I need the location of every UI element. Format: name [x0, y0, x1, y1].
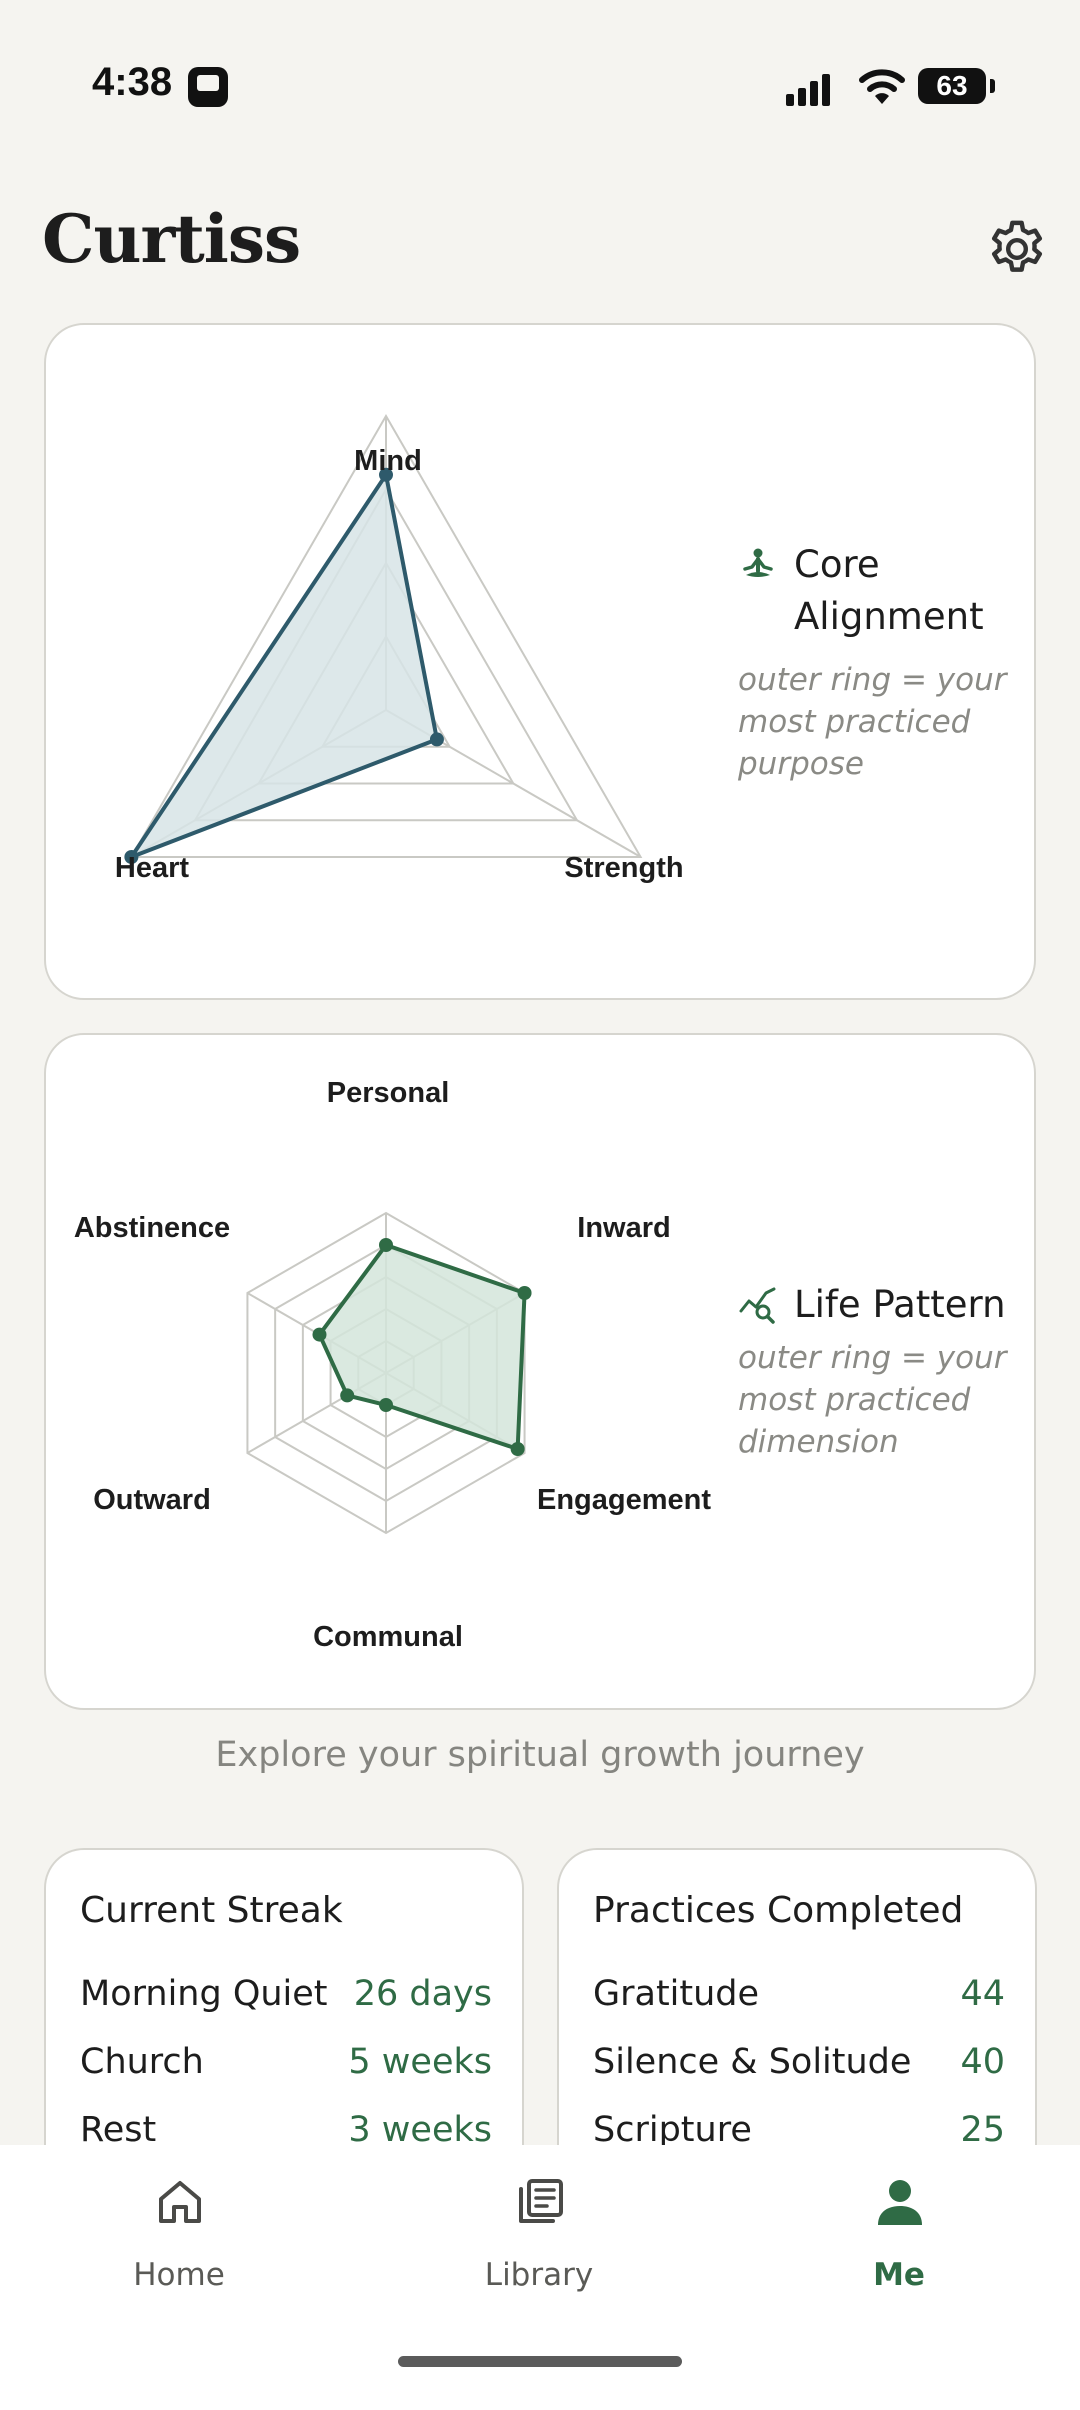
nav-me[interactable]: Me [749, 2175, 1049, 2325]
core-alignment-desc-line: purpose [738, 746, 864, 782]
status-time: 4:38 [92, 60, 173, 104]
streak-value: 5 weeks [348, 2042, 492, 2082]
trend-search-icon [739, 1287, 776, 1324]
list-item: Rest 3 weeks [80, 2110, 492, 2148]
person-icon [878, 2180, 922, 2225]
practice-name: Gratitude [593, 1974, 760, 2014]
list-item: Church 5 weeks [80, 2042, 492, 2092]
radar-data-point [517, 1286, 532, 1300]
core-alignment-radar-chart: Mind Strength Heart [115, 413, 684, 884]
practice-name: Silence & Solitude [593, 2042, 912, 2082]
current-streak-card[interactable]: Current Streak Morning Quiet 26 days Chu… [44, 1848, 524, 2148]
home-icon [159, 2181, 201, 2223]
core-alignment-desc-line: most practiced [738, 704, 971, 740]
bottom-navigation: Home Library Me [0, 2145, 1080, 2410]
radar-axis-label: Strength [564, 852, 683, 884]
radar-axis-label: Inward [577, 1212, 670, 1244]
life-pattern-desc-line: outer ring = your [738, 1340, 1007, 1376]
core-alignment-title-line1: Core [794, 543, 880, 586]
streak-name: Morning Quiet [80, 1974, 328, 2014]
radar-axis-label: Communal [313, 1621, 463, 1653]
streak-value: 26 days [353, 1974, 492, 2014]
practice-count: 25 [960, 2110, 1005, 2148]
radar-axis-label: Personal [327, 1077, 450, 1109]
radar-axis-label: Engagement [537, 1484, 711, 1516]
library-icon [519, 2179, 563, 2223]
status-bar: 4:38 63 [0, 0, 1080, 170]
core-alignment-title-line2: Alignment [794, 595, 984, 638]
radar-axis-label: Outward [93, 1484, 211, 1516]
streak-value: 3 weeks [348, 2110, 492, 2148]
section-subtitle: Explore your spiritual growth journey [215, 1735, 865, 1775]
wifi-icon [859, 69, 905, 104]
streak-name: Church [80, 2042, 204, 2082]
radar-data-area [129, 472, 439, 859]
current-streak-title: Current Streak [80, 1890, 343, 1931]
list-item: Silence & Solitude 40 [593, 2042, 1005, 2092]
radar-axis-label: Mind [354, 445, 422, 477]
practice-name: Scripture [593, 2110, 752, 2148]
practice-count: 40 [960, 2042, 1005, 2082]
core-alignment-card[interactable]: Mind Strength Heart Core Alignment outer r… [44, 323, 1036, 1000]
battery-indicator: 63 [918, 68, 995, 104]
life-pattern-card[interactable]: Personal Inward Engagement Communal Outward A… [44, 1033, 1036, 1710]
home-indicator [398, 2356, 682, 2367]
list-item: Gratitude 44 [593, 1974, 1005, 2024]
streak-name: Rest [80, 2110, 157, 2148]
nav-home-label: Home [133, 2257, 225, 2293]
radar-data-point [312, 1327, 327, 1342]
life-pattern-desc-line: most practiced [738, 1382, 971, 1418]
radar-axis-label: Heart [115, 852, 189, 884]
list-item: Morning Quiet 26 days [80, 1974, 492, 2024]
nav-me-label: Me [873, 2257, 925, 2293]
core-alignment-legend: Core Alignment outer ring = your most pr… [738, 539, 1028, 839]
cellular-signal-icon [786, 72, 842, 106]
practices-completed-title: Practices Completed [593, 1890, 964, 1931]
radar-axis-label: Abstinence [74, 1212, 230, 1244]
radar-data-point [429, 732, 444, 747]
gear-icon[interactable] [984, 216, 1050, 282]
life-pattern-title: Life Pattern [794, 1283, 1006, 1326]
life-pattern-legend: Life Pattern outer ring = your most prac… [738, 1279, 1038, 1529]
core-alignment-desc-line: outer ring = your [738, 662, 1007, 698]
radar-data-point [340, 1388, 355, 1403]
radar-data-point [510, 1442, 525, 1456]
life-pattern-radar-chart: Personal Inward Engagement Communal Outward A… [74, 1077, 712, 1653]
app-activity-icon [188, 67, 228, 107]
meditation-icon [743, 548, 773, 577]
radar-data-point [379, 1398, 393, 1412]
life-pattern-desc-line: dimension [738, 1424, 899, 1460]
nav-library[interactable]: Library [389, 2175, 689, 2325]
practice-count: 44 [960, 1974, 1005, 2014]
practices-completed-card[interactable]: Practices Completed Gratitude 44 Silence… [557, 1848, 1037, 2148]
radar-data-point [379, 1238, 393, 1252]
page-title: Curtiss [42, 200, 301, 278]
nav-home[interactable]: Home [29, 2175, 329, 2325]
list-item: Scripture 25 [593, 2110, 1005, 2148]
nav-library-label: Library [484, 2257, 594, 2293]
